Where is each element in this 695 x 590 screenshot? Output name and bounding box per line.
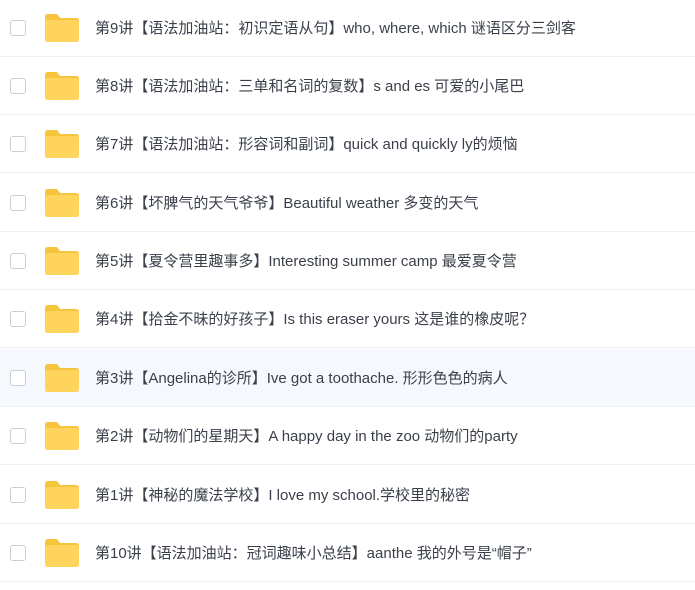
file-name[interactable]: 第10讲【语法加油站：冠词趣味小总结】aanthe 我的外号是“帽子” [95,542,689,563]
file-row-4[interactable]: 第4讲【拾金不昧的好孩子】Is this eraser yours 这是谁的橡皮… [0,290,695,348]
folder-icon [45,129,79,158]
folder-icon [45,13,79,42]
folder-icon [45,71,79,100]
file-row-5[interactable]: 第5讲【夏令营里趣事多】Interesting summer camp 最爱夏令… [0,232,695,290]
folder-icon [45,538,79,567]
file-name[interactable]: 第5讲【夏令营里趣事多】Interesting summer camp 最爱夏令… [95,250,689,271]
file-name[interactable]: 第7讲【语法加油站：形容词和副词】quick and quickly ly的烦恼 [95,133,689,154]
file-name[interactable]: 第8讲【语法加油站：三单和名词的复数】s and es 可爱的小尾巴 [95,75,689,96]
row-checkbox[interactable] [10,19,26,36]
row-checkbox[interactable] [10,486,26,503]
file-name[interactable]: 第6讲【坏脾气的天气爷爷】Beautiful weather 多变的天气 [95,192,689,213]
folder-icon [45,304,79,333]
file-row-1[interactable]: 第1讲【神秘的魔法学校】I love my school.学校里的秘密 [0,466,695,524]
row-checkbox[interactable] [10,369,26,386]
row-checkbox[interactable] [10,252,26,269]
folder-icon [45,363,79,392]
row-checkbox[interactable] [10,310,26,327]
row-checkbox[interactable] [10,427,26,444]
folder-icon [45,480,79,509]
file-row-8[interactable]: 第8讲【语法加油站：三单和名词的复数】s and es 可爱的小尾巴 [0,57,695,115]
row-checkbox[interactable] [10,194,26,211]
file-row-7[interactable]: 第7讲【语法加油站：形容词和副词】quick and quickly ly的烦恼 [0,115,695,173]
file-name[interactable]: 第9讲【语法加油站：初识定语从句】who, where, which 谜语区分三… [95,17,689,38]
file-name[interactable]: 第3讲【Angelina的诊所】Ive got a toothache. 形形色… [95,367,689,388]
row-checkbox[interactable] [10,77,26,94]
folder-icon [45,421,79,450]
file-row-2[interactable]: 第2讲【动物们的星期天】A happy day in the zoo 动物们的p… [0,407,695,465]
row-checkbox[interactable] [10,544,26,561]
folder-icon [45,246,79,275]
file-name[interactable]: 第1讲【神秘的魔法学校】I love my school.学校里的秘密 [95,484,689,505]
file-row-9[interactable]: 第9讲【语法加油站：初识定语从句】who, where, which 谜语区分三… [0,0,695,57]
file-row-10[interactable]: 第10讲【语法加油站：冠词趣味小总结】aanthe 我的外号是“帽子” [0,524,695,582]
file-list: 第9讲【语法加油站：初识定语从句】who, where, which 谜语区分三… [0,0,695,590]
folder-icon [45,188,79,217]
file-name[interactable]: 第4讲【拾金不昧的好孩子】Is this eraser yours 这是谁的橡皮… [95,308,689,329]
row-checkbox[interactable] [10,135,26,152]
file-row-6[interactable]: 第6讲【坏脾气的天气爷爷】Beautiful weather 多变的天气 [0,174,695,232]
file-row-3[interactable]: 第3讲【Angelina的诊所】Ive got a toothache. 形形色… [0,349,695,407]
file-name[interactable]: 第2讲【动物们的星期天】A happy day in the zoo 动物们的p… [95,425,689,446]
